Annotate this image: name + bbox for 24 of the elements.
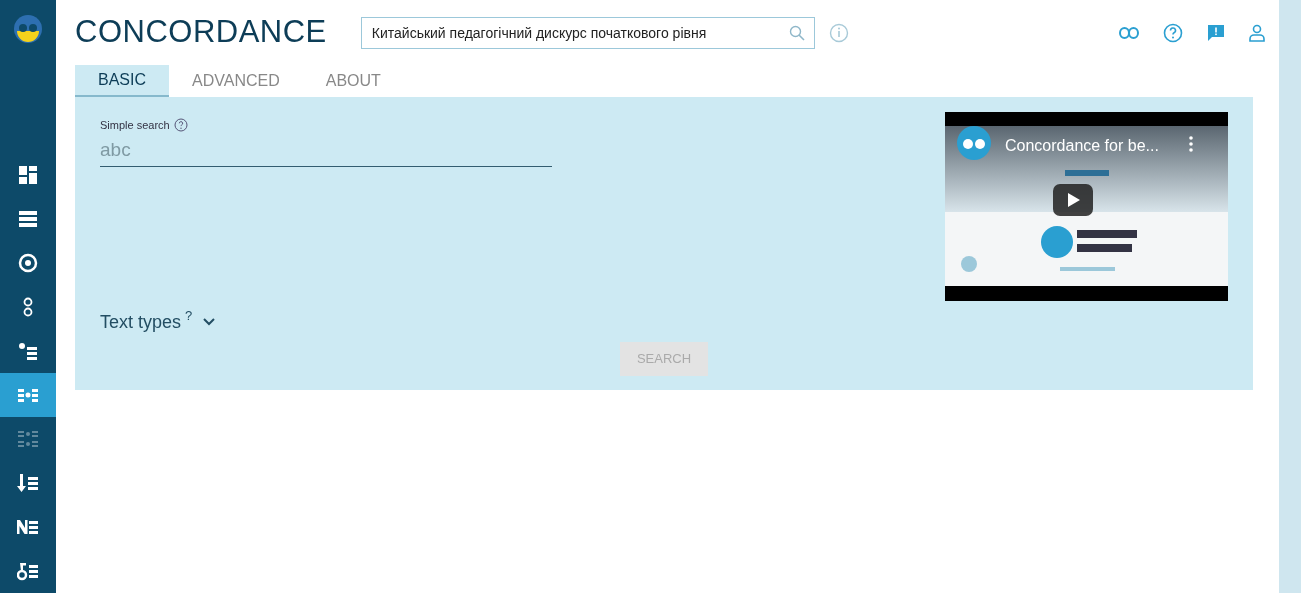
more-icon[interactable]	[1189, 136, 1193, 152]
video-title: Concordance for be...	[1005, 136, 1159, 156]
page-title: CONCORDANCE	[75, 13, 327, 52]
text-types-toggle[interactable]: Text types	[100, 309, 182, 336]
help-icon[interactable]	[173, 118, 188, 133]
scrollbar[interactable]	[1279, 0, 1301, 593]
logo-icon[interactable]	[13, 14, 43, 45]
tab[interactable]: BASIC	[75, 65, 169, 97]
link-icon[interactable]	[1119, 26, 1139, 39]
channel-logo-icon[interactable]	[957, 126, 991, 160]
field-label: Simple search	[100, 118, 170, 133]
search-input-field[interactable]: abc	[100, 133, 552, 167]
target-icon	[17, 251, 39, 274]
help-icon[interactable]	[1163, 22, 1183, 43]
sort-list-icon	[17, 471, 39, 494]
tab[interactable]: ADVANCED	[169, 65, 303, 97]
dashboard-icon	[17, 163, 39, 186]
play-button[interactable]	[1053, 184, 1093, 216]
help-mark: ?	[185, 309, 193, 323]
feedback-icon[interactable]	[1207, 23, 1225, 42]
sidebar-item[interactable]	[0, 372, 56, 417]
tab[interactable]: ABOUT	[302, 65, 404, 97]
user-icon[interactable]	[1249, 23, 1265, 42]
corpus-search-field[interactable]: Китайський педагогічний дискурс початкового рівня	[360, 16, 815, 49]
